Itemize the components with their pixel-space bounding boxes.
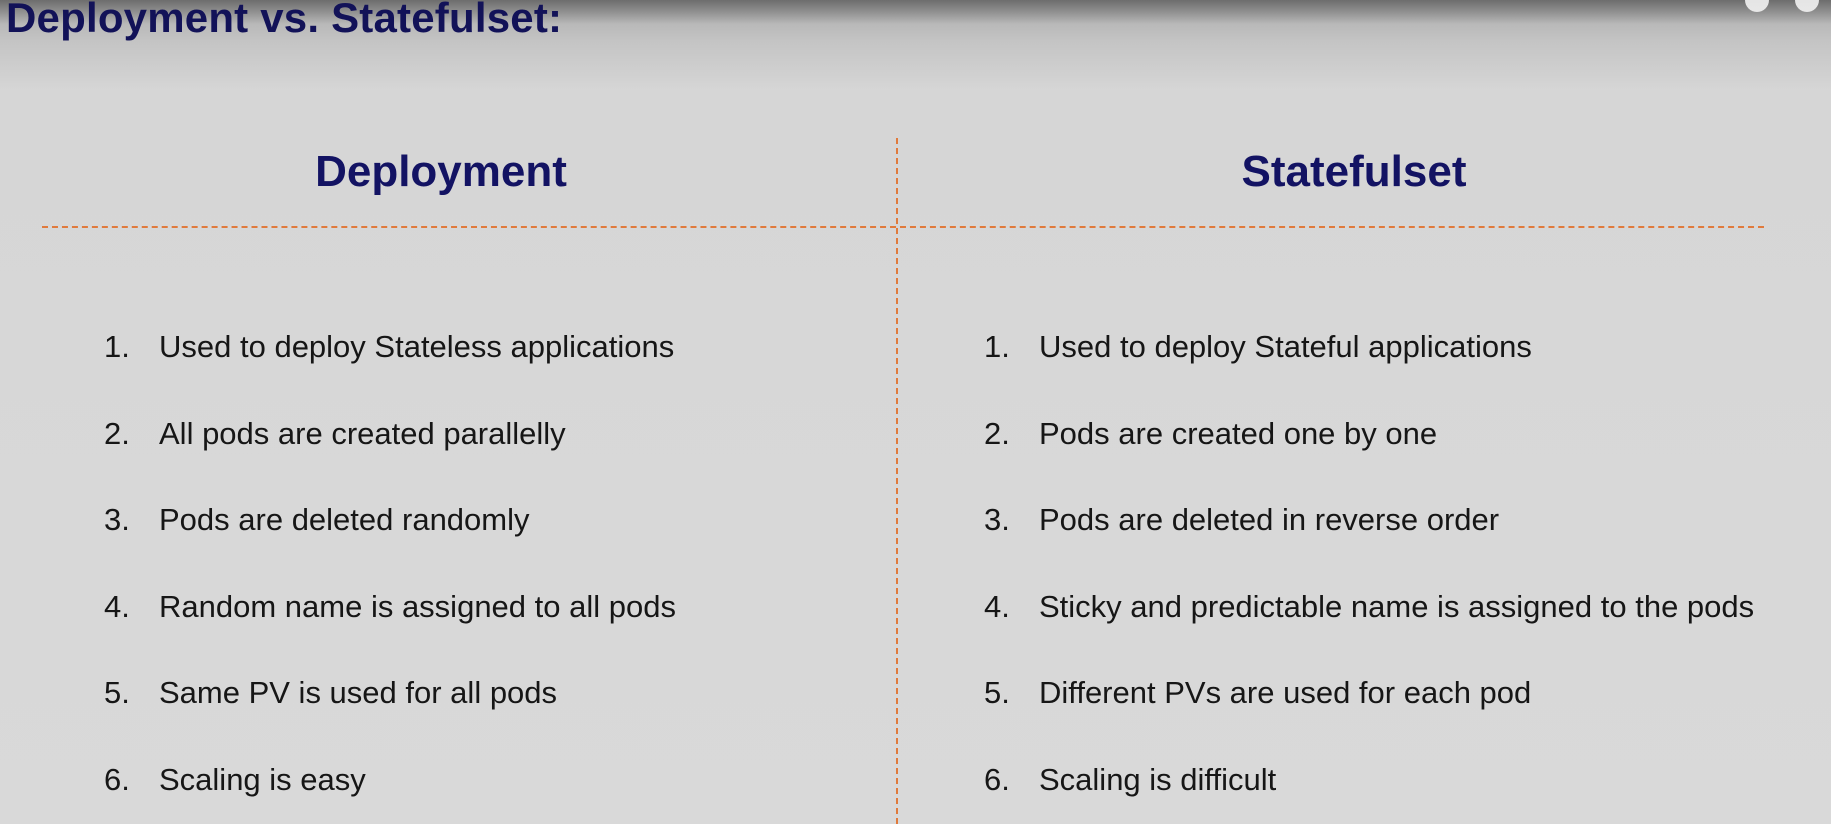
item-text: Used to deploy Stateless applications xyxy=(159,329,675,365)
item-number: 4. xyxy=(984,588,1010,624)
item-number: 6. xyxy=(104,761,130,797)
statefulset-list: 1. Used to deploy Stateful applications … xyxy=(984,304,1754,823)
deployment-item: 5. Same PV is used for all pods xyxy=(104,650,676,737)
deployment-item: 3. Pods are deleted randomly xyxy=(104,477,676,564)
statefulset-item: 6. Scaling is difficult xyxy=(984,737,1754,824)
item-text: Pods are deleted in reverse order xyxy=(1039,502,1500,538)
video-overlay-controls xyxy=(1745,0,1819,12)
item-number: 1. xyxy=(104,329,130,365)
statefulset-item: 2. Pods are created one by one xyxy=(984,391,1754,478)
watch-later-icon[interactable] xyxy=(1745,0,1769,12)
horizontal-divider xyxy=(42,226,1764,228)
share-icon[interactable] xyxy=(1795,0,1819,12)
deployment-item: 2. All pods are created parallelly xyxy=(104,391,676,478)
item-text: Scaling is difficult xyxy=(1039,761,1277,797)
item-number: 4. xyxy=(104,588,130,624)
vertical-divider xyxy=(896,138,898,824)
item-number: 3. xyxy=(984,502,1010,538)
item-text: Pods are deleted randomly xyxy=(159,502,530,538)
deployment-list: 1. Used to deploy Stateless applications… xyxy=(104,304,676,823)
item-text: Used to deploy Stateful applications xyxy=(1039,329,1532,365)
item-number: 6. xyxy=(984,761,1010,797)
statefulset-item: 4. Sticky and predictable name is assign… xyxy=(984,564,1754,651)
item-text: All pods are created parallelly xyxy=(159,415,566,451)
item-number: 2. xyxy=(984,415,1010,451)
deployment-heading: Deployment xyxy=(315,147,567,196)
item-text: Different PVs are used for each pod xyxy=(1039,675,1532,711)
statefulset-heading: Statefulset xyxy=(1241,147,1467,196)
item-text: Pods are created one by one xyxy=(1039,415,1438,451)
deployment-item: 4. Random name is assigned to all pods xyxy=(104,564,676,651)
statefulset-item: 3. Pods are deleted in reverse order xyxy=(984,477,1754,564)
item-text: Same PV is used for all pods xyxy=(159,675,558,711)
item-text: Scaling is easy xyxy=(159,761,366,797)
deployment-item: 6. Scaling is easy xyxy=(104,737,676,824)
item-number: 5. xyxy=(104,675,130,711)
item-number: 3. xyxy=(104,502,130,538)
item-number: 2. xyxy=(104,415,130,451)
item-number: 1. xyxy=(984,329,1010,365)
deployment-item: 1. Used to deploy Stateless applications xyxy=(104,304,676,391)
slide-title: Deployment vs. Statefulset: xyxy=(6,0,563,41)
item-text: Random name is assigned to all pods xyxy=(159,588,676,624)
item-number: 5. xyxy=(984,675,1010,711)
statefulset-item: 1. Used to deploy Stateful applications xyxy=(984,304,1754,391)
item-text: Sticky and predictable name is assigned … xyxy=(1039,588,1755,624)
statefulset-item: 5. Different PVs are used for each pod xyxy=(984,650,1754,737)
